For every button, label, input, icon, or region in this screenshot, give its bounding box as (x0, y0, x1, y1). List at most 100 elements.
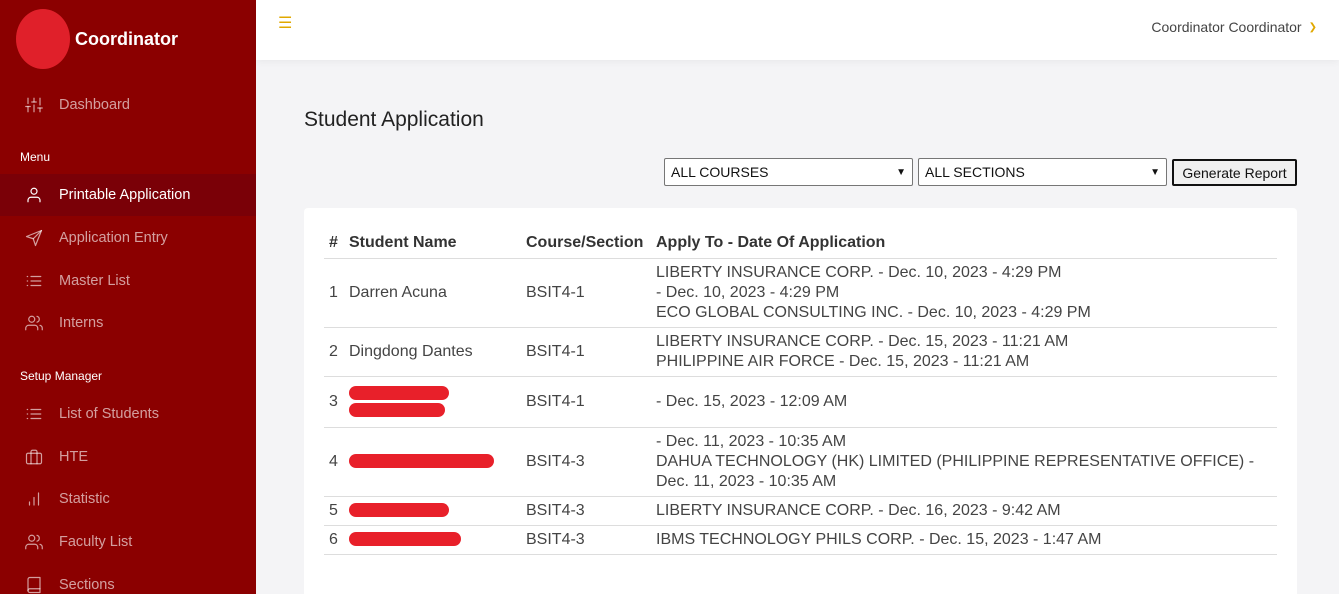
sidebar-item-label: Application Entry (59, 230, 168, 246)
table-row: 6 BSIT4-3 IBMS TECHNOLOGY PHILS CORP. - … (324, 525, 1277, 555)
apply-to-entry: - Dec. 11, 2023 - 10:35 AM (656, 432, 847, 450)
user-menu[interactable]: Coordinator Coordinator ❯ (1151, 19, 1317, 35)
apply-to-entry: LIBERTY INSURANCE CORP. - Dec. 16, 2023 … (656, 501, 1061, 519)
sidebar: Coordinator Dashboard Menu Printable App… (0, 0, 256, 594)
table-row: 1 Darren Acuna BSIT4-1 LIBERTY INSURANCE… (324, 258, 1277, 328)
course-select[interactable]: ALL COURSES ▼ (664, 158, 913, 186)
nav-heading-menu: Menu (20, 150, 51, 164)
column-header-number: # (324, 228, 344, 259)
chevron-down-icon: ▼ (896, 166, 906, 178)
topbar: ☰ Coordinator Coordinator ❯ (256, 0, 1339, 60)
send-icon (24, 228, 44, 248)
sidebar-item-printable-application[interactable]: Printable Application (0, 174, 256, 216)
bar-chart-icon (24, 489, 44, 509)
student-name: Darren Acuna (344, 258, 521, 328)
sidebar-item-label: Sections (59, 577, 115, 593)
sidebar-item-label: Faculty List (59, 534, 133, 550)
apply-to-entry: - Dec. 10, 2023 - 4:29 PM (656, 283, 840, 301)
student-name-redacted (344, 525, 521, 555)
row-number: 4 (324, 427, 344, 497)
sidebar-item-label: Interns (59, 315, 104, 331)
sidebar-item-label: Statistic (59, 491, 110, 507)
row-number: 3 (324, 376, 344, 428)
applications-table: # Student Name Course/Section Apply To -… (324, 228, 1277, 555)
apply-to-entry: DAHUA TECHNOLOGY (HK) LIMITED (PHILIPPIN… (656, 452, 1255, 470)
column-header-apply-to: Apply To - Date Of Application (651, 228, 1277, 259)
student-name: Dingdong Dantes (344, 327, 521, 377)
briefcase-icon (24, 447, 44, 467)
sliders-icon (24, 95, 44, 115)
sidebar-item-label: Dashboard (59, 97, 130, 113)
redaction-mark (349, 386, 449, 400)
list-icon (24, 271, 44, 291)
sidebar-item-faculty-list[interactable]: Faculty List (0, 521, 256, 563)
sidebar-item-hte[interactable]: HTE (0, 436, 256, 478)
row-number: 1 (324, 258, 344, 328)
applications-card: # Student Name Course/Section Apply To -… (304, 208, 1297, 594)
user-name: Coordinator Coordinator (1151, 19, 1302, 35)
brand-logo (16, 9, 70, 69)
chevron-down-icon: ▼ (1150, 166, 1160, 178)
brand-name: Coordinator (75, 28, 178, 49)
section-select[interactable]: ALL SECTIONS ▼ (918, 158, 1167, 186)
sidebar-item-statistic[interactable]: Statistic (0, 478, 256, 520)
apply-to-cell: - Dec. 15, 2023 - 12:09 AM (651, 376, 1277, 428)
page-title: Student Application (304, 108, 484, 131)
row-number: 5 (324, 496, 344, 526)
student-name-redacted (344, 496, 521, 526)
apply-to-entry: - Dec. 15, 2023 - 12:09 AM (656, 392, 848, 410)
apply-to-entry: Dec. 11, 2023 - 10:35 AM (656, 472, 837, 490)
sidebar-item-sections[interactable]: Sections (0, 564, 256, 594)
course-section: BSIT4-3 (521, 525, 651, 555)
sidebar-item-label: HTE (59, 449, 88, 465)
apply-to-cell: LIBERTY INSURANCE CORP. - Dec. 10, 2023 … (651, 258, 1277, 328)
redaction-mark (349, 454, 494, 469)
course-section: BSIT4-1 (521, 327, 651, 377)
nav-heading-setup-manager: Setup Manager (20, 369, 103, 383)
apply-to-cell: IBMS TECHNOLOGY PHILS CORP. - Dec. 15, 2… (651, 525, 1277, 555)
sidebar-item-interns[interactable]: Interns (0, 302, 256, 344)
column-header-student-name: Student Name (344, 228, 521, 259)
sidebar-item-master-list[interactable]: Master List (0, 260, 256, 302)
apply-to-entry: LIBERTY INSURANCE CORP. - Dec. 10, 2023 … (656, 263, 1062, 281)
list-icon (24, 404, 44, 424)
student-name-redacted (344, 427, 521, 497)
redaction-mark (349, 503, 449, 518)
apply-to-entry: PHILIPPINE AIR FORCE - Dec. 15, 2023 - 1… (656, 352, 1030, 370)
course-section: BSIT4-1 (521, 376, 651, 428)
sidebar-item-list-of-students[interactable]: List of Students (0, 393, 256, 435)
section-select-value: ALL SECTIONS (925, 164, 1025, 180)
student-name-redacted (344, 376, 521, 428)
course-section: BSIT4-3 (521, 427, 651, 497)
sidebar-item-label: Master List (59, 273, 130, 289)
table-row: 5 BSIT4-3 LIBERTY INSURANCE CORP. - Dec.… (324, 496, 1277, 526)
users-icon (24, 532, 44, 552)
apply-to-entry: LIBERTY INSURANCE CORP. - Dec. 15, 2023 … (656, 332, 1069, 350)
redaction-mark (349, 532, 461, 547)
generate-report-button[interactable]: Generate Report (1172, 159, 1297, 186)
table-row: 4 BSIT4-3 - Dec. 11, 2023 - 10:35 AM DAH… (324, 427, 1277, 497)
sidebar-item-application-entry[interactable]: Application Entry (0, 217, 256, 259)
users-icon (24, 313, 44, 333)
apply-to-entry: ECO GLOBAL CONSULTING INC. - Dec. 10, 20… (656, 303, 1091, 321)
sidebar-item-label: List of Students (59, 406, 159, 422)
course-section: BSIT4-1 (521, 258, 651, 328)
apply-to-entry: IBMS TECHNOLOGY PHILS CORP. - Dec. 15, 2… (656, 530, 1102, 548)
apply-to-cell: LIBERTY INSURANCE CORP. - Dec. 15, 2023 … (651, 327, 1277, 377)
column-header-course-section: Course/Section (521, 228, 651, 259)
hamburger-icon[interactable]: ☰ (278, 13, 292, 33)
sidebar-item-label: Printable Application (59, 187, 191, 203)
row-number: 2 (324, 327, 344, 377)
apply-to-cell: - Dec. 11, 2023 - 10:35 AM DAHUA TECHNOL… (651, 427, 1277, 497)
redaction-mark (349, 403, 445, 417)
table-row: 3 BSIT4-1 - Dec. 15, 2023 - 12:09 AM (324, 376, 1277, 428)
sidebar-item-dashboard[interactable]: Dashboard (0, 84, 256, 126)
course-select-value: ALL COURSES (671, 164, 769, 180)
user-icon (24, 185, 44, 205)
brand[interactable]: Coordinator (16, 8, 178, 70)
table-header-row: # Student Name Course/Section Apply To -… (324, 228, 1277, 259)
table-row: 2 Dingdong Dantes BSIT4-1 LIBERTY INSURA… (324, 327, 1277, 377)
row-number: 6 (324, 525, 344, 555)
book-icon (24, 575, 44, 594)
apply-to-cell: LIBERTY INSURANCE CORP. - Dec. 16, 2023 … (651, 496, 1277, 526)
